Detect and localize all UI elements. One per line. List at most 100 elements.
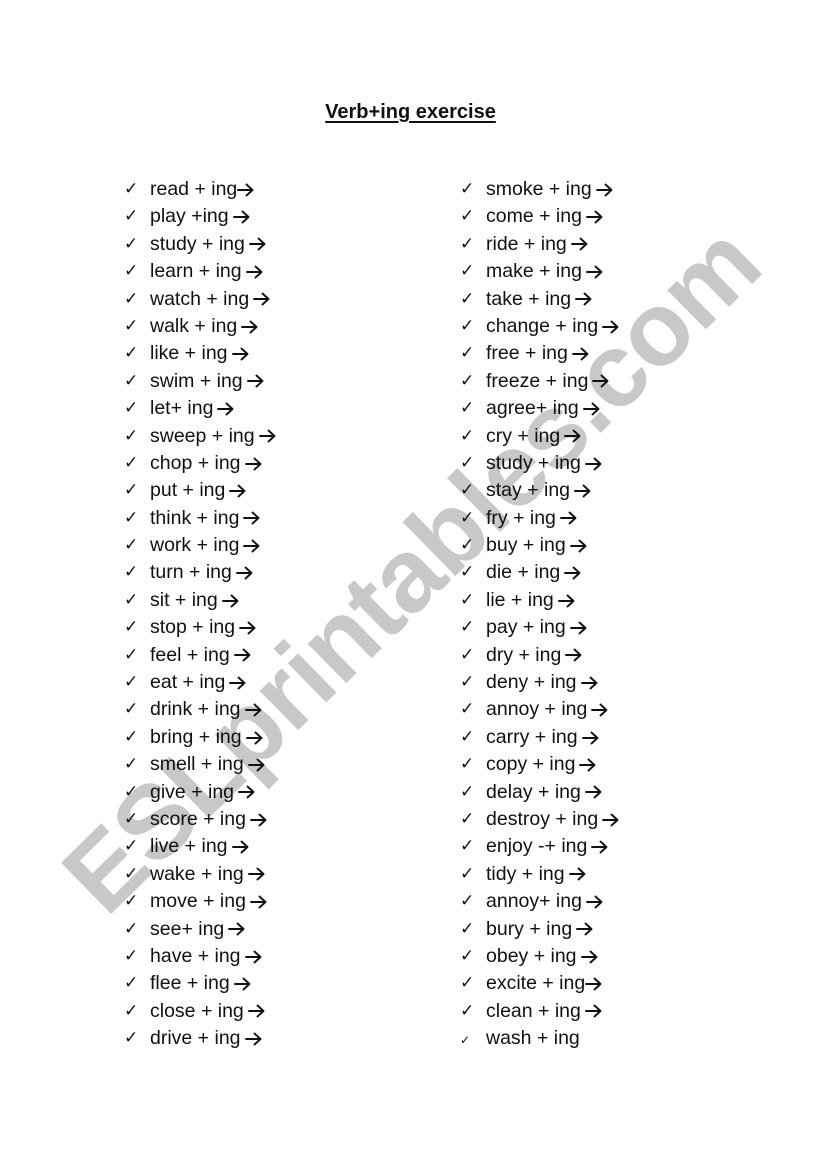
verb-item: ✓ annoy + ing [460, 696, 620, 723]
check-mark-icon: ✓ [124, 891, 139, 912]
verb-item: ✓ stop + ing [124, 614, 277, 641]
check-mark-icon: ✓ [124, 179, 139, 199]
verb-item: ✓ sit + ing [124, 587, 277, 614]
right-arrow-icon [244, 703, 263, 717]
check-mark-icon: ✓ [460, 891, 475, 912]
right-arrow-icon [235, 566, 254, 580]
check-mark-icon: ✓ [460, 1033, 471, 1048]
check-mark-icon: ✓ [124, 617, 139, 638]
check-mark-icon: ✓ [124, 398, 139, 419]
right-arrow-icon [586, 895, 604, 909]
right-arrow-icon [229, 484, 247, 498]
right-arrow-icon [584, 1004, 603, 1018]
verb-item: ✓ eat + ing [124, 669, 277, 696]
verb-item: ✓ freeze + ing [460, 368, 620, 395]
check-mark-icon: ✓ [460, 1000, 475, 1021]
verb-text: work + ing [150, 534, 240, 557]
right-arrow-icon [249, 813, 268, 827]
check-mark-icon: ✓ [124, 699, 139, 720]
verb-item: ✓ enjoy -+ ing [460, 833, 620, 860]
verb-item: ✓ smoke + ing [460, 176, 620, 203]
right-arrow-icon [229, 676, 247, 690]
verb-item: ✓ free + ing [460, 340, 620, 367]
check-mark-icon: ✓ [460, 480, 475, 501]
verb-item: ✓ give + ing [124, 779, 277, 806]
right-arrow-icon [244, 457, 263, 471]
verb-item: ✓ think + ing [124, 505, 277, 532]
verb-text: excite + ing [486, 972, 586, 995]
verb-text: dry + ing [486, 643, 562, 666]
verb-text: buy + ing [486, 534, 566, 557]
verb-item: ✓ have + ing [124, 943, 277, 970]
verb-item: ✓ change + ing [460, 313, 620, 340]
verb-text: close + ing [150, 999, 244, 1022]
right-arrow-icon [244, 950, 263, 964]
check-mark-icon: ✓ [460, 617, 475, 638]
verb-text: lie + ing [486, 588, 554, 611]
verb-text: stay + ing [486, 479, 571, 502]
check-mark-icon: ✓ [460, 562, 475, 583]
right-arrow-icon [231, 347, 250, 361]
right-arrow-icon [228, 922, 246, 936]
verb-text: pay + ing [486, 616, 566, 639]
right-arrow-icon [584, 457, 603, 471]
verb-text: obey + ing [486, 944, 577, 967]
check-mark-icon: ✓ [460, 206, 475, 227]
verb-item: ✓ work + ing [124, 532, 277, 559]
check-mark-icon: ✓ [460, 589, 475, 610]
check-mark-icon: ✓ [124, 589, 139, 610]
right-arrow-icon [253, 292, 271, 306]
check-mark-icon: ✓ [124, 233, 139, 254]
check-mark-icon: ✓ [124, 1000, 139, 1021]
right-arrow-icon [246, 374, 265, 388]
verb-text: wash + ing [486, 1027, 580, 1050]
verb-text: feel + ing [150, 643, 230, 666]
right-arrow-icon [602, 320, 620, 334]
verb-list-left: ✓ read + ing ✓ play +ing ✓ study + ing ✓ learn … [124, 176, 277, 1053]
check-mark-icon: ✓ [460, 452, 475, 473]
check-mark-icon: ✓ [460, 288, 475, 309]
verb-text: swim + ing [150, 369, 243, 392]
verb-text: read + ing [150, 178, 238, 200]
verb-item: ✓ agree+ ing [460, 395, 620, 422]
verb-text: fry + ing [486, 506, 556, 529]
right-arrow-icon [570, 237, 589, 251]
verb-item: ✓ annoy+ ing [460, 888, 620, 915]
verb-item: ✓ flee + ing [124, 970, 277, 997]
right-arrow-icon [243, 539, 261, 553]
right-arrow-icon [584, 785, 603, 799]
check-mark-icon: ✓ [460, 863, 475, 884]
right-arrow-icon [591, 840, 609, 854]
verb-item: ✓ die + ing [460, 559, 620, 586]
right-arrow-icon [602, 813, 620, 827]
right-arrow-icon [568, 867, 587, 881]
verb-text: deny + ing [486, 671, 577, 694]
right-arrow-icon [580, 676, 599, 690]
verb-text: die + ing [486, 561, 561, 584]
check-mark-icon: ✓ [124, 945, 139, 966]
verb-text: study + ing [486, 451, 581, 474]
verb-text: carry + ing [486, 725, 578, 748]
check-mark-icon: ✓ [460, 699, 475, 720]
right-arrow-icon [591, 703, 609, 717]
right-arrow-icon [569, 621, 588, 635]
verb-item: ✓ feel + ing [124, 642, 277, 669]
verb-item: ✓ carry + ing [460, 724, 620, 751]
verb-item: ✓ bring + ing [124, 724, 277, 751]
verb-item: ✓ bury + ing [460, 916, 620, 943]
right-arrow-icon [231, 840, 250, 854]
right-arrow-icon [239, 621, 257, 635]
verb-text: tidy + ing [486, 862, 565, 885]
verb-item: ✓ close + ing [124, 998, 277, 1025]
verb-text: stop + ing [150, 616, 236, 639]
verb-item: ✓ live + ing [124, 833, 277, 860]
right-arrow-icon [233, 977, 252, 991]
verb-item: ✓ pay + ing [460, 614, 620, 641]
verb-text: drive + ing [150, 1027, 241, 1050]
verb-text: bring + ing [150, 725, 242, 748]
verb-item: ✓ cry + ing [460, 423, 620, 450]
right-arrow-icon [585, 977, 603, 991]
right-arrow-icon [247, 867, 266, 881]
verb-item: ✓ score + ing [124, 806, 277, 833]
verb-item: ✓ watch + ing [124, 286, 277, 313]
